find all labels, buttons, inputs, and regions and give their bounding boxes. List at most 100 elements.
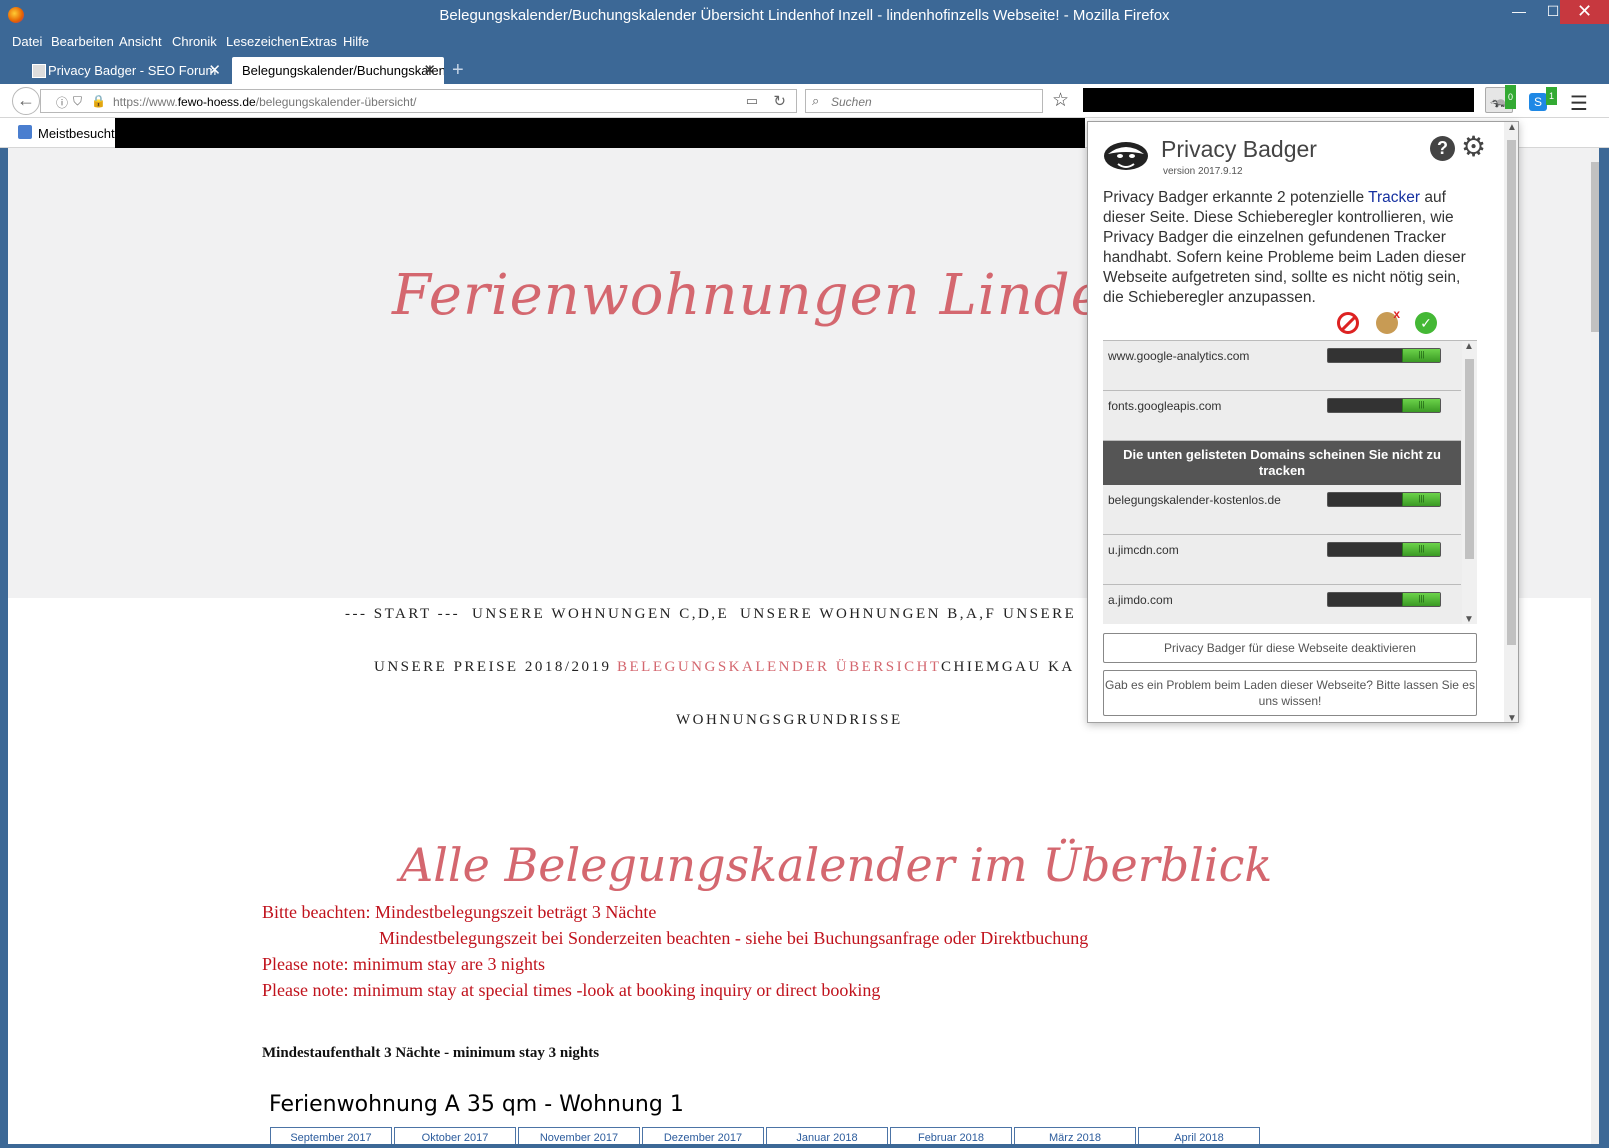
calendar-tab[interactable]: Februar 2018 [890, 1127, 1012, 1144]
page-scrollbar[interactable] [1591, 148, 1599, 1144]
info-icon[interactable]: ⓘ [56, 94, 68, 111]
slider-knob[interactable]: ||| [1402, 543, 1440, 556]
notice-line: Please note: minimum stay at special tim… [262, 980, 881, 1000]
non-tracking-separator: Die unten gelisteten Domains scheinen Si… [1103, 441, 1461, 485]
menu-hamburger-icon[interactable]: ☰ [1570, 91, 1588, 116]
tracker-slider[interactable]: ||| [1327, 492, 1441, 507]
back-button[interactable]: ← [12, 87, 40, 115]
menu-lesezeichen[interactable]: Lesezeichen [226, 34, 299, 49]
nav-wohnungsgrundrisse[interactable]: WOHNUNGSGRUNDRISSE [676, 712, 903, 729]
tracking-shield-icon[interactable]: ⛉ [73, 94, 82, 109]
search-icon: ⌕ [812, 93, 820, 108]
report-problem-button[interactable]: Gab es ein Problem beim Laden dieser Web… [1103, 670, 1477, 716]
privacy-badger-description: Privacy Badger erkannte 2 potenzielle Tr… [1103, 189, 1466, 306]
disable-on-site-button[interactable]: Privacy Badger für diese Webseite deakti… [1103, 633, 1477, 663]
settings-gear-icon[interactable]: ⚙ [1461, 132, 1486, 162]
tracker-link[interactable]: Tracker [1368, 189, 1420, 206]
domain-list-scrollbar-thumb[interactable] [1465, 359, 1474, 559]
window-bottom-border [0, 1144, 1609, 1148]
tab-privacy-badger-seo-forum[interactable]: Privacy Badger - SEO Forum ✕ [24, 57, 229, 84]
menu-hilfe[interactable]: Hilfe [343, 34, 369, 49]
lock-icon[interactable]: 🔒 [91, 94, 106, 108]
new-tab-button[interactable]: + [452, 59, 464, 82]
scroll-up-icon[interactable]: ▲ [1507, 122, 1517, 133]
search-bar[interactable]: ⌕ Suchen [805, 89, 1043, 113]
page-favicon-icon [32, 64, 46, 78]
skype-letter: S [1533, 95, 1542, 109]
nav-belegungskalender[interactable]: BELEGUNGSKALENDER ÜBERSICHT [617, 659, 942, 676]
tab-belegungskalender[interactable]: Belegungskalender/Buchungskalender ✕ [232, 57, 444, 84]
domain-row: a.jimdo.com ||| [1103, 585, 1461, 624]
skype-count-badge: 1 [1545, 87, 1557, 105]
popup-scrollbar[interactable]: ▲ ▼ [1504, 122, 1518, 722]
menu-bar: Datei Bearbeiten Ansicht Chronik Lesezei… [0, 32, 1609, 54]
notice-line: Mindestbelegungszeit bei Sonderzeiten be… [379, 928, 1089, 948]
tracker-slider[interactable]: ||| [1327, 398, 1441, 413]
popup-scrollbar-thumb[interactable] [1507, 140, 1516, 645]
nav-chiemgau[interactable]: CHIEMGAU KA [941, 659, 1075, 676]
nav-wohnungen-baf[interactable]: UNSERE WOHNUNGEN B,A,F [740, 606, 996, 623]
slider-knob[interactable]: ||| [1402, 399, 1440, 412]
page-heading: Alle Belegungskalender im Überblick [400, 838, 1273, 892]
close-tab-icon[interactable]: ✕ [208, 61, 221, 79]
menu-extras[interactable]: Extras [300, 34, 337, 49]
domain-name: www.google-analytics.com [1108, 349, 1250, 363]
calendar-tab[interactable]: Oktober 2017 [394, 1127, 516, 1144]
cookie-block-legend-icon [1376, 307, 1400, 334]
allow-legend-icon: ✓ [1415, 312, 1437, 334]
help-icon[interactable]: ? [1430, 136, 1455, 161]
domain-name: a.jimdo.com [1108, 593, 1173, 607]
nav-preise[interactable]: UNSERE PREISE 2018/2019 [374, 659, 612, 676]
privacy-badger-version: version 2017.9.12 [1163, 166, 1243, 177]
bookmark-meistbesucht[interactable]: Meistbesucht [38, 126, 115, 141]
nav-unsere[interactable]: UNSERE [1003, 606, 1076, 623]
slider-knob[interactable]: ||| [1402, 349, 1440, 362]
skype-extension-icon[interactable]: S 1 [1529, 87, 1557, 111]
bookmark-star-icon[interactable]: ☆ [1052, 89, 1069, 112]
window-title: Belegungskalender/Buchungskalender Übers… [439, 7, 1170, 24]
slider-knob[interactable]: ||| [1402, 593, 1440, 606]
nav-wohnungen-cde[interactable]: UNSERE WOHNUNGEN C,D,E [472, 606, 729, 623]
search-placeholder: Suchen [831, 95, 872, 109]
reader-view-icon[interactable]: ▭ [746, 93, 758, 109]
tab-label: Belegungskalender/Buchungskalender [242, 63, 444, 78]
scroll-down-icon[interactable]: ▼ [1507, 713, 1517, 722]
tracker-count-badge: 0 [1504, 85, 1516, 109]
tab-label: Privacy Badger - SEO Forum [48, 63, 217, 78]
menu-chronik[interactable]: Chronik [172, 34, 217, 49]
menu-ansicht[interactable]: Ansicht [119, 34, 162, 49]
tracker-slider[interactable]: ||| [1327, 542, 1441, 557]
domain-list-scrollbar[interactable]: ▲ ▼ [1462, 341, 1477, 624]
calendar-tab[interactable]: Dezember 2017 [642, 1127, 764, 1144]
menu-datei[interactable]: Datei [12, 34, 42, 49]
reload-icon[interactable]: ↻ [773, 92, 786, 110]
min-stay-text: Mindestaufenthalt 3 Nächte - minimum sta… [262, 1045, 600, 1061]
calendar-tab[interactable]: April 2018 [1138, 1127, 1260, 1144]
scroll-down-icon[interactable]: ▼ [1464, 614, 1474, 624]
menu-bearbeiten[interactable]: Bearbeiten [51, 34, 114, 49]
url-bar[interactable]: ⓘ ⛉ 🔒 https://www.fewo-hoess.de/belegung… [40, 89, 797, 113]
calendar-tab[interactable]: November 2017 [518, 1127, 640, 1144]
close-tab-icon[interactable]: ✕ [423, 61, 436, 79]
calendar-tab[interactable]: September 2017 [270, 1127, 392, 1144]
calendar-tab[interactable]: Januar 2018 [766, 1127, 888, 1144]
page-scrollbar-thumb[interactable] [1591, 162, 1599, 332]
privacy-badger-logo-icon [1104, 142, 1148, 170]
notice-line: Bitte beachten: Mindestbelegungszeit bet… [262, 902, 657, 922]
tracker-slider[interactable]: ||| [1327, 348, 1441, 363]
domain-name: fonts.googleapis.com [1108, 399, 1222, 413]
domain-name: belegungskalender-kostenlos.de [1108, 493, 1281, 507]
url-text[interactable]: https://www.fewo-hoess.de/belegungskalen… [113, 95, 417, 109]
privacy-badger-popup: Privacy Badger version 2017.9.12 ? ⚙ Pri… [1087, 121, 1519, 723]
privacy-badger-toolbar-button[interactable]: 🦡 0 [1485, 85, 1516, 113]
privacy-badger-title: Privacy Badger [1161, 136, 1317, 162]
calendar-tab[interactable]: März 2018 [1014, 1127, 1136, 1144]
nav-start[interactable]: --- START --- [345, 606, 460, 623]
scroll-up-icon[interactable]: ▲ [1464, 341, 1474, 352]
title-bar: Belegungskalender/Buchungskalender Übers… [0, 0, 1609, 32]
slider-knob[interactable]: ||| [1402, 493, 1440, 506]
block-legend-icon [1337, 312, 1359, 334]
close-window-button[interactable]: ✕ [1560, 0, 1609, 24]
notice-line: Please note: minimum stay are 3 nights [262, 954, 545, 974]
tracker-slider[interactable]: ||| [1327, 592, 1441, 607]
